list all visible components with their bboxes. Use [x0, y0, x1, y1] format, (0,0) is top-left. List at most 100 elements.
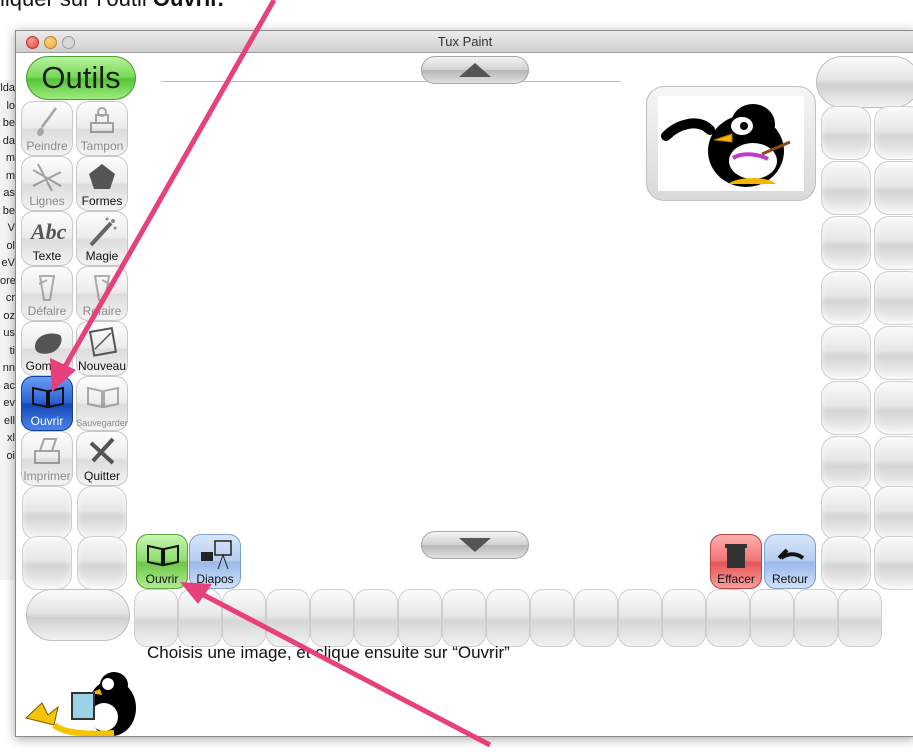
right-slot — [874, 326, 913, 380]
right-slot — [874, 216, 913, 270]
background-window-text: m — [5, 169, 15, 182]
color-slot — [794, 589, 838, 647]
background-window-text: us — [3, 327, 15, 339]
tools-header: Outils — [26, 56, 136, 100]
tool-open[interactable]: Ouvrir — [21, 376, 73, 431]
instruction-text: Choisis une image, et clique ensuite sur… — [147, 643, 510, 662]
background-window-strip: lda lo be da m m as be Vol eV ore cr oz us ti nn ac ev ell… — [0, 80, 15, 580]
tool-save[interactable]: Sauvegarder — [76, 376, 128, 431]
color-slot — [134, 589, 178, 647]
svg-text:Abc: Abc — [30, 219, 66, 244]
right-slot — [874, 106, 913, 160]
tool-print[interactable]: Imprimer — [21, 431, 73, 486]
color-slot — [750, 589, 794, 647]
color-slot — [442, 589, 486, 647]
right-slot — [821, 436, 871, 490]
empty-tool-slot — [77, 486, 127, 540]
lines-icon — [32, 163, 62, 192]
color-slot — [662, 589, 706, 647]
right-slot — [874, 161, 913, 215]
background-window-text: m — [5, 152, 15, 164]
caption-prefix: liquer sur l’outil — [0, 0, 153, 11]
color-slot — [354, 589, 398, 647]
tool-undo[interactable]: Défaire — [21, 266, 73, 321]
top-caption: liquer sur l’outil Ouvrir. — [0, 0, 224, 12]
background-window-text: ell — [3, 414, 15, 427]
right-slot — [821, 271, 871, 325]
text-abc-icon: Abc — [30, 219, 66, 244]
tool-eraser[interactable]: Gomme — [21, 321, 73, 376]
background-window-text: V — [7, 222, 15, 234]
background-window-text: ac — [3, 379, 15, 392]
right-slot — [821, 486, 871, 540]
tool-redo[interactable]: Refaire — [76, 266, 128, 321]
scroll-down-button[interactable] — [421, 531, 529, 559]
title-bar[interactable]: Tux Paint — [16, 31, 913, 53]
background-window-text: da — [2, 134, 15, 147]
back-button[interactable]: Retour — [764, 534, 816, 589]
scroll-up-button[interactable] — [421, 56, 529, 84]
save-book-icon — [87, 386, 119, 409]
background-window-text: ol — [6, 239, 15, 252]
color-slot — [618, 589, 662, 647]
right-slot — [821, 216, 871, 270]
background-window-text: cr — [5, 292, 15, 304]
right-slot — [821, 381, 871, 435]
right-slot — [874, 486, 913, 540]
image-thumbnail[interactable] — [646, 86, 816, 201]
back-arrow-icon — [777, 548, 805, 560]
tux-paint-window: Tux Paint Outils Peindre Tampon Lignes F… — [15, 30, 913, 737]
tool-lines[interactable]: Lignes — [21, 156, 73, 211]
tool-shapes[interactable]: Formes — [76, 156, 128, 211]
tool-text[interactable]: Abc Texte — [21, 211, 73, 266]
tool-quit[interactable]: Quitter — [76, 431, 128, 486]
color-slot — [266, 589, 310, 647]
background-window-text: as — [3, 187, 15, 199]
open-book-icon — [32, 386, 64, 409]
color-slot — [574, 589, 618, 647]
pentagon-icon — [89, 164, 115, 189]
up-arrow-icon — [459, 63, 491, 77]
window-title: Tux Paint — [437, 34, 493, 49]
printer-icon — [34, 438, 60, 464]
eraser-icon — [35, 333, 62, 354]
right-slot — [874, 271, 913, 325]
paintbrush-icon — [37, 107, 58, 136]
slideshow-icon — [201, 540, 232, 570]
empty-tool-slot — [77, 536, 127, 590]
empty-tool-slot — [22, 536, 72, 590]
color-slot — [486, 589, 530, 647]
background-window-text: xl — [7, 432, 15, 444]
tool-new[interactable]: Nouveau — [76, 321, 128, 376]
tux-mascot-icon — [24, 672, 136, 736]
stamp-icon — [90, 107, 114, 133]
right-slot — [821, 106, 871, 160]
open-book-icon — [147, 544, 179, 567]
color-slot — [310, 589, 354, 647]
background-window-text: eV — [1, 257, 15, 269]
erase-button[interactable]: Effacer — [710, 534, 762, 589]
tool-stamp[interactable]: Tampon — [76, 101, 128, 156]
quit-x-icon — [89, 437, 115, 465]
background-window-text: lo — [6, 99, 15, 112]
right-slot — [874, 536, 913, 590]
empty-tool-slot — [22, 486, 72, 540]
canvas-top-divider — [161, 81, 621, 82]
color-slot — [706, 589, 750, 647]
tool-paint[interactable]: Peindre — [21, 101, 73, 156]
right-slot — [821, 326, 871, 380]
down-arrow-icon — [459, 538, 491, 552]
caption-bold: Ouvrir. — [153, 0, 224, 11]
background-window-text: lda — [0, 82, 15, 94]
color-header-slot — [816, 56, 913, 108]
color-slot — [178, 589, 222, 647]
background-window-text: nn — [2, 362, 15, 374]
color-slot — [398, 589, 442, 647]
tool-magic[interactable]: Magie — [76, 211, 128, 266]
redo-hand-icon — [93, 275, 111, 301]
right-slot — [874, 381, 913, 435]
background-window-text: be — [2, 204, 15, 217]
open-button[interactable]: Ouvrir — [136, 534, 188, 589]
background-window-text: ev — [3, 397, 15, 409]
slides-button[interactable]: Diapos — [189, 534, 241, 589]
